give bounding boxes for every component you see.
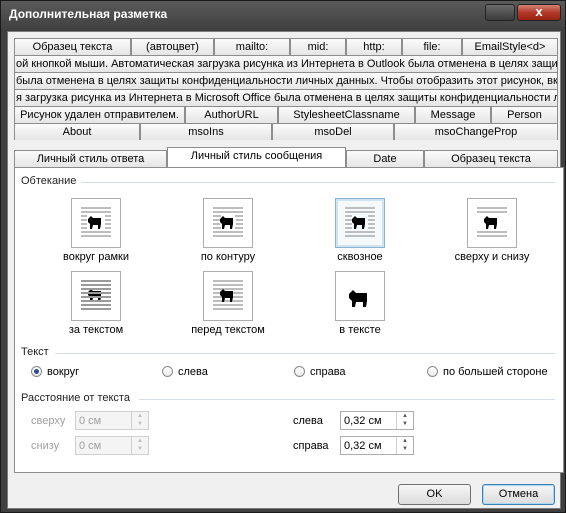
text-group-divider bbox=[55, 353, 555, 354]
distance-right-input[interactable] bbox=[341, 437, 397, 454]
dialog-title: Дополнительная разметка bbox=[9, 7, 168, 21]
wrap-top-bottom-label: сверху и снизу bbox=[454, 251, 530, 263]
wrap-through-button[interactable] bbox=[335, 198, 385, 248]
radio-left-dot[interactable] bbox=[162, 366, 173, 377]
tab-mso-change-prop[interactable]: msoChangeProp bbox=[394, 123, 558, 140]
wrap-square-icon bbox=[81, 207, 111, 237]
radio-largest-side-dot[interactable] bbox=[427, 366, 438, 377]
tab-person[interactable]: Person bbox=[491, 106, 558, 123]
help-button[interactable] bbox=[485, 4, 515, 21]
tab-mso-del[interactable]: msoDel bbox=[272, 123, 394, 140]
distance-bottom-label: снизу bbox=[31, 440, 60, 452]
tab-email-style[interactable]: EmailStyle<d> bbox=[462, 38, 558, 55]
distance-group-title: Расстояние от текста bbox=[21, 392, 130, 404]
distance-top-input[interactable] bbox=[76, 412, 132, 429]
radio-around-dot[interactable] bbox=[31, 366, 42, 377]
spin-up-icon[interactable]: ▲ bbox=[132, 412, 148, 420]
tab-panel: Обтекание вокруг рамки по контуру сквозн… bbox=[14, 167, 564, 473]
wrap-inline-icon bbox=[349, 290, 367, 307]
tab-auto-color[interactable]: (автоцвет) bbox=[131, 38, 214, 55]
tab-blocked-image-3[interactable]: я загрузка рисунка из Интернета в Micros… bbox=[14, 89, 558, 106]
tab-author-url[interactable]: AuthorURL bbox=[185, 106, 278, 123]
tab-date[interactable]: Date bbox=[346, 150, 424, 167]
radio-largest-side[interactable]: по большей стороне bbox=[427, 366, 548, 378]
tab-sample-text-2[interactable]: Образец текста bbox=[424, 150, 558, 167]
distance-left-label: слева bbox=[293, 415, 323, 427]
wrap-behind-text-button[interactable] bbox=[71, 271, 121, 321]
wrap-top-bottom-button[interactable] bbox=[467, 198, 517, 248]
tab-mid[interactable]: mid: bbox=[290, 38, 346, 55]
radio-left[interactable]: слева bbox=[162, 366, 208, 378]
close-icon: x bbox=[535, 4, 543, 19]
text-group-title: Текст bbox=[21, 346, 49, 358]
wrap-top-bottom-icon bbox=[477, 207, 507, 237]
spin-down-icon[interactable]: ▼ bbox=[397, 420, 413, 428]
spin-up-icon[interactable]: ▲ bbox=[132, 437, 148, 445]
tab-message[interactable]: Message bbox=[415, 106, 491, 123]
wrap-through-label: сквозное bbox=[337, 251, 383, 263]
wrap-square-button[interactable] bbox=[71, 198, 121, 248]
radio-around-label: вокруг bbox=[47, 366, 80, 378]
tab-stylesheet-classname[interactable]: StylesheetClassname bbox=[278, 106, 415, 123]
spin-down-icon[interactable]: ▼ bbox=[132, 420, 148, 428]
distance-left-field[interactable]: ▲▼ bbox=[340, 411, 414, 430]
spin-down-icon[interactable]: ▼ bbox=[397, 445, 413, 453]
wrap-tight-label: по контуру bbox=[200, 251, 256, 263]
wrap-square-label: вокруг рамки bbox=[63, 251, 129, 263]
wrap-inline-label: в тексте bbox=[339, 324, 381, 336]
tab-http[interactable]: http: bbox=[346, 38, 402, 55]
distance-top-field[interactable]: ▲▼ bbox=[75, 411, 149, 430]
wrap-in-front-label: перед текстом bbox=[191, 324, 265, 336]
wrap-group-title: Обтекание bbox=[21, 175, 77, 187]
radio-around[interactable]: вокруг bbox=[31, 366, 79, 378]
wrap-in-front-icon bbox=[213, 280, 243, 310]
ok-button[interactable]: OK bbox=[398, 484, 471, 505]
tab-personal-message-style[interactable]: Личный стиль сообщения bbox=[167, 147, 346, 167]
wrap-in-front-button[interactable] bbox=[203, 271, 253, 321]
wrap-tight-button[interactable] bbox=[203, 198, 253, 248]
distance-top-label: сверху bbox=[31, 415, 66, 427]
distance-left-input[interactable] bbox=[341, 412, 397, 429]
spin-up-icon[interactable]: ▲ bbox=[397, 412, 413, 420]
radio-largest-side-label: по большей стороне bbox=[443, 366, 548, 378]
tab-file[interactable]: file: bbox=[402, 38, 462, 55]
close-button[interactable]: x bbox=[517, 4, 561, 21]
tab-image-removed[interactable]: Рисунок удален отправителем. bbox=[14, 106, 185, 123]
wrap-group-divider bbox=[81, 182, 555, 183]
distance-top-spinner[interactable]: ▲ ▼ bbox=[131, 412, 148, 429]
tab-mso-ins[interactable]: msoIns bbox=[140, 123, 272, 140]
wrap-behind-text-icon bbox=[81, 280, 111, 310]
radio-right-dot[interactable] bbox=[294, 366, 305, 377]
spin-down-icon[interactable]: ▼ bbox=[132, 445, 148, 453]
wrap-inline-button[interactable] bbox=[335, 271, 385, 321]
radio-right[interactable]: справа bbox=[294, 366, 346, 378]
cancel-button[interactable]: Отмена bbox=[482, 484, 555, 505]
tab-about[interactable]: About bbox=[14, 123, 140, 140]
radio-right-label: справа bbox=[310, 366, 346, 378]
tab-blocked-image-2[interactable]: была отменена в целях защиты конфиденциа… bbox=[14, 72, 558, 89]
distance-bottom-field[interactable]: ▲▼ bbox=[75, 436, 149, 455]
distance-right-label: справа bbox=[293, 440, 329, 452]
title-bar[interactable]: Дополнительная разметка x bbox=[1, 1, 565, 29]
dialog-window: Дополнительная разметка x Образец текста… bbox=[0, 0, 566, 513]
radio-left-label: слева bbox=[178, 366, 208, 378]
distance-bottom-spinner[interactable]: ▲ ▼ bbox=[131, 437, 148, 454]
dialog-body: Образец текста (автоцвет) mailto: mid: h… bbox=[7, 31, 564, 509]
distance-group-divider bbox=[139, 399, 555, 400]
tab-blocked-image-1[interactable]: ой кнопкой мыши. Автоматическая загрузка… bbox=[14, 55, 558, 72]
tab-sample-text[interactable]: Образец текста bbox=[14, 38, 131, 55]
distance-bottom-input[interactable] bbox=[76, 437, 132, 454]
tab-mailto[interactable]: mailto: bbox=[214, 38, 290, 55]
distance-right-spinner[interactable]: ▲ ▼ bbox=[396, 437, 413, 454]
distance-left-spinner[interactable]: ▲ ▼ bbox=[396, 412, 413, 429]
wrap-behind-text-label: за текстом bbox=[68, 324, 124, 336]
distance-right-field[interactable]: ▲▼ bbox=[340, 436, 414, 455]
spin-up-icon[interactable]: ▲ bbox=[397, 437, 413, 445]
tab-personal-reply-style[interactable]: Личный стиль ответа bbox=[14, 150, 167, 167]
wrap-tight-icon bbox=[213, 207, 243, 237]
wrap-through-icon bbox=[345, 207, 375, 237]
